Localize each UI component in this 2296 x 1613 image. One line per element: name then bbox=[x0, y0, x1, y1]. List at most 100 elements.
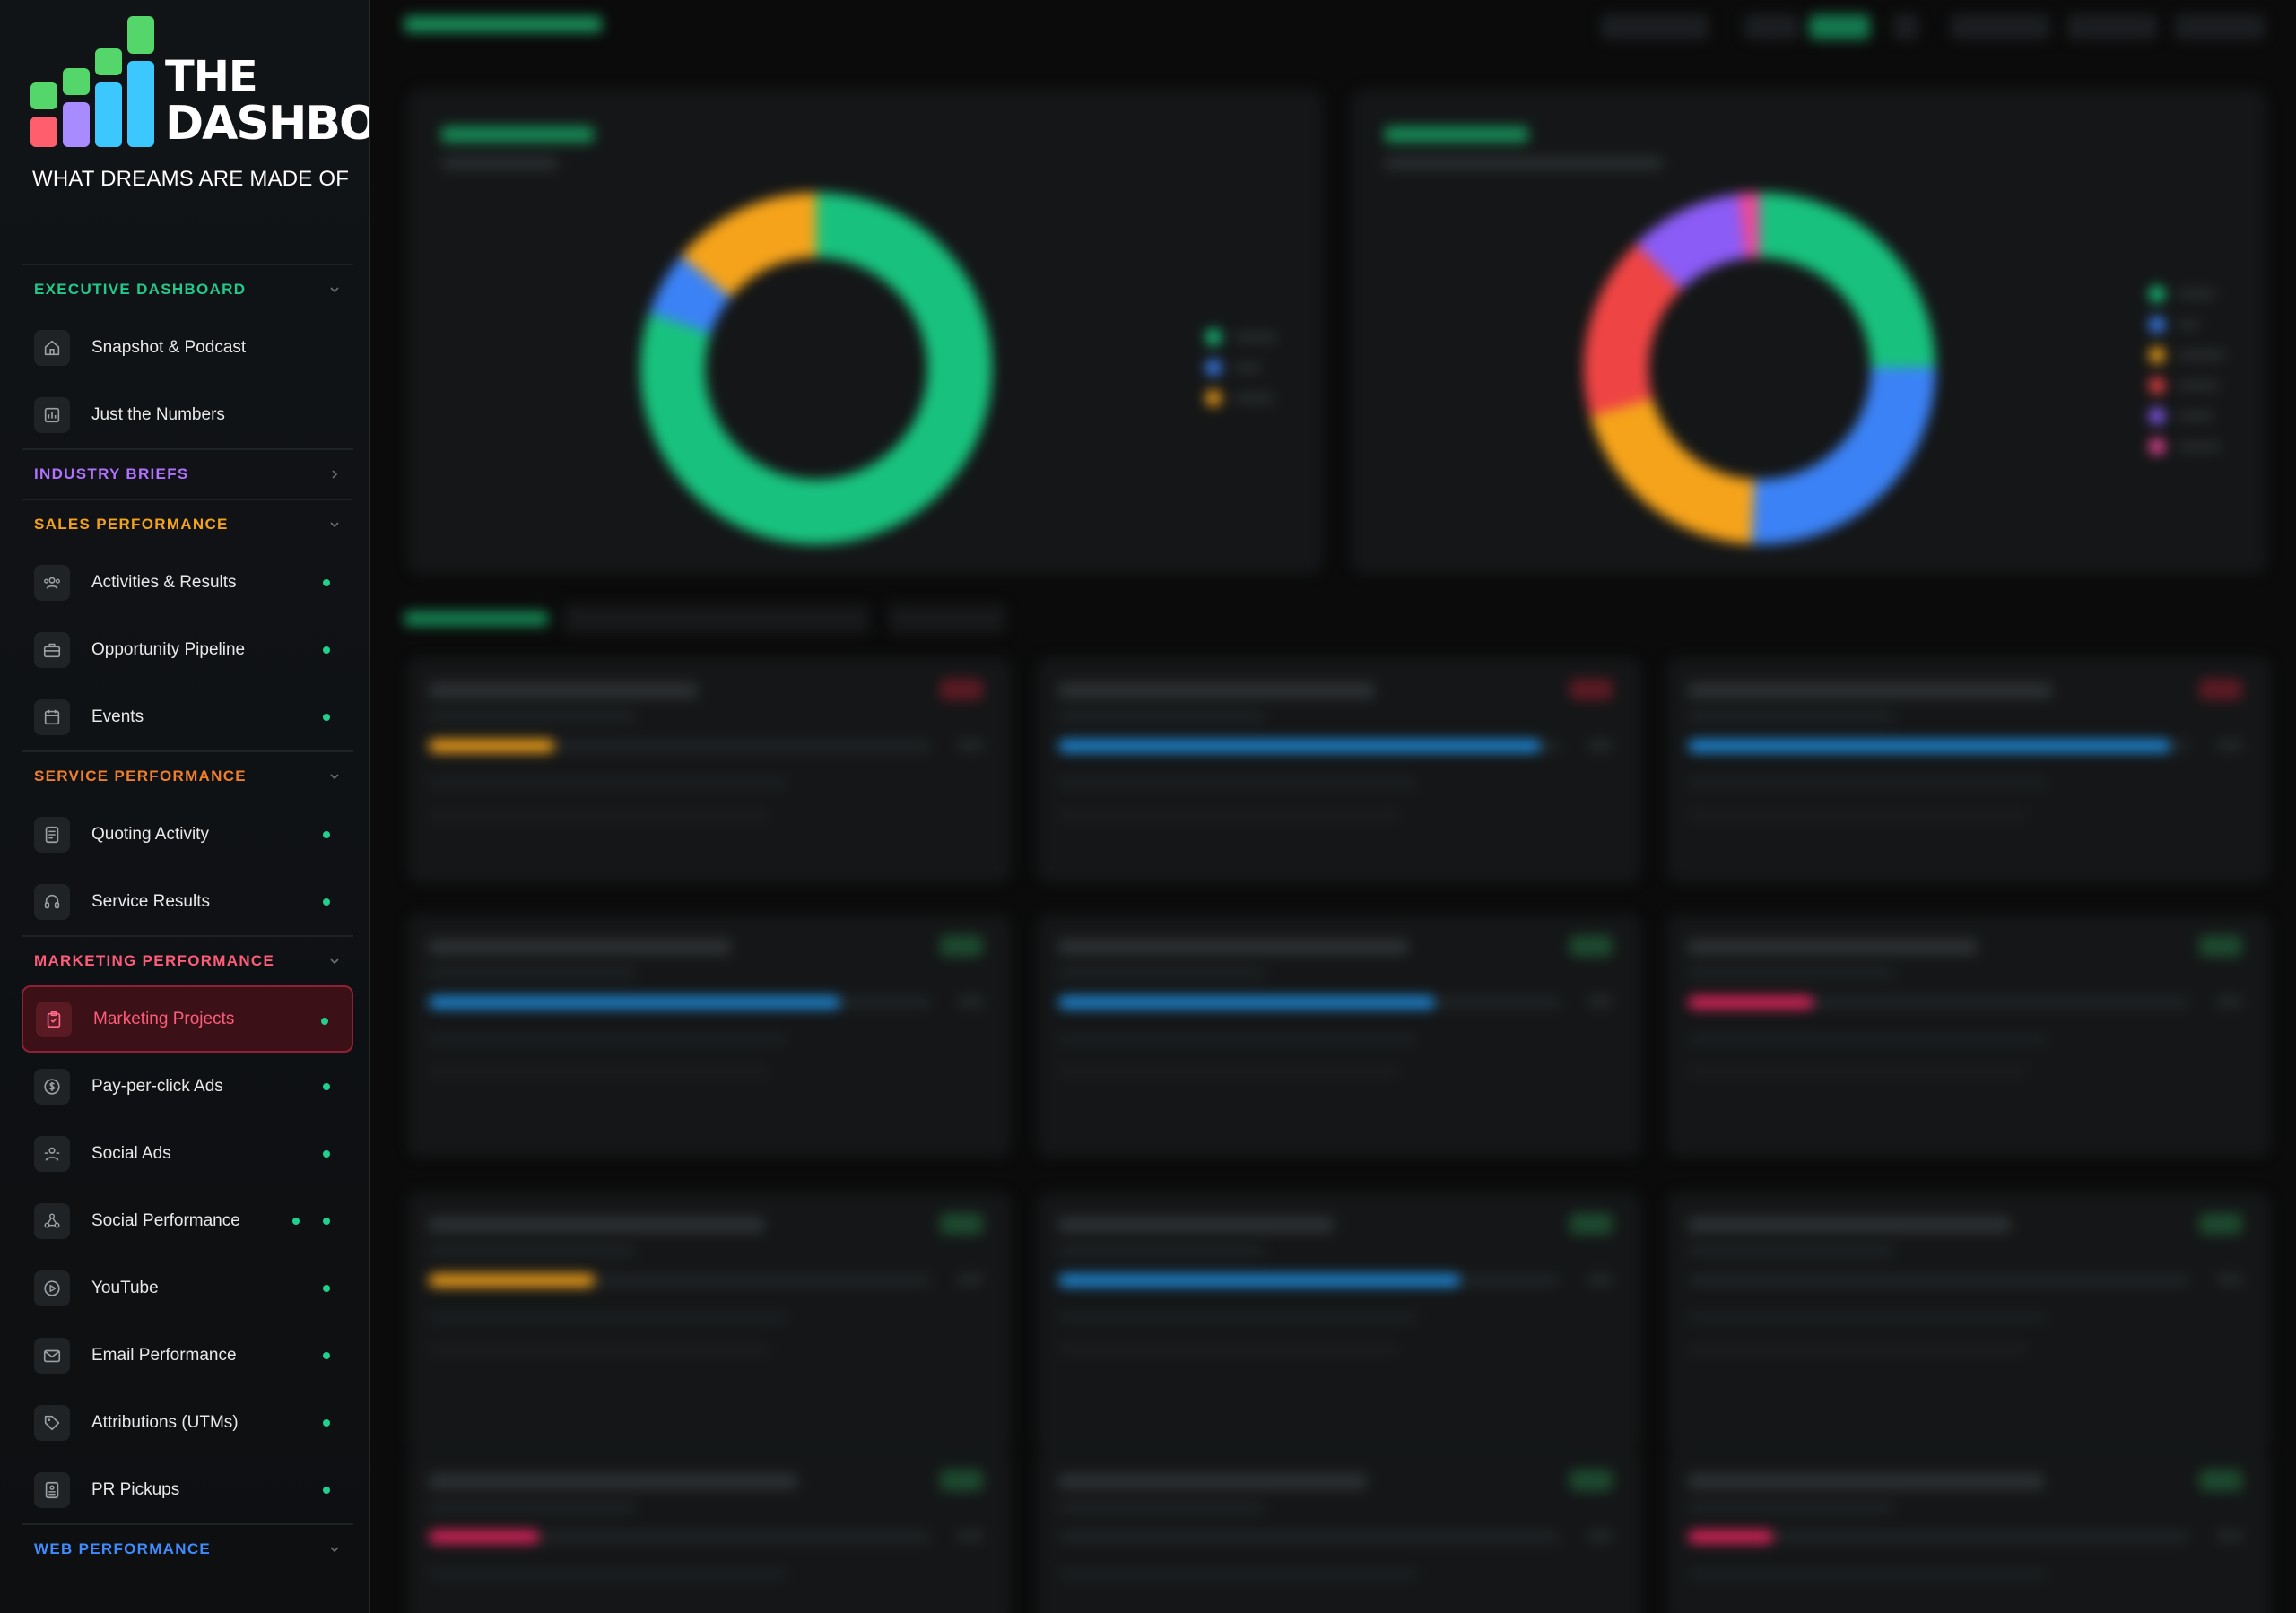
brand-title-line2: DASHBOARD bbox=[165, 97, 370, 151]
status-dot bbox=[321, 1018, 328, 1025]
logo-bars-icon bbox=[30, 16, 154, 147]
sidebar-item[interactable]: Pay-per-click Ads bbox=[22, 1053, 353, 1120]
top-control bbox=[2067, 14, 2157, 39]
sidebar-item-label: Just the Numbers bbox=[91, 404, 225, 424]
filters-row bbox=[404, 601, 2279, 637]
chevron-right-icon[interactable] bbox=[328, 468, 341, 481]
panel-sub-blurred bbox=[1385, 157, 1663, 169]
status-dot bbox=[323, 646, 330, 654]
sidebar-item[interactable]: Opportunity Pipeline bbox=[22, 616, 353, 683]
bar-chart-icon bbox=[34, 396, 70, 433]
sidebar-item-label: Service Results bbox=[91, 891, 210, 911]
clipboard-check-icon bbox=[36, 1001, 72, 1037]
project-card bbox=[408, 658, 1011, 882]
sidebar-item-label: PR Pickups bbox=[91, 1479, 180, 1499]
page-title-blurred bbox=[404, 16, 602, 32]
status-dot bbox=[323, 1352, 330, 1359]
chevron-down-icon[interactable] bbox=[328, 955, 341, 967]
sidebar-item-label: Pay-per-click Ads bbox=[91, 1076, 223, 1096]
brand-tagline: WHAT DREAMS ARE MADE OF bbox=[32, 167, 350, 191]
section-title: SALES PERFORMANCE bbox=[34, 516, 229, 533]
project-card bbox=[1667, 658, 2270, 882]
section-header[interactable]: SERVICE PERFORMANCE bbox=[22, 750, 353, 801]
sidebar-nav: EXECUTIVE DASHBOARD Snapshot & Podcast Jus… bbox=[22, 264, 353, 1574]
sidebar-item[interactable]: PR Pickups bbox=[22, 1456, 353, 1523]
status-dot bbox=[292, 1218, 300, 1225]
status-dot bbox=[323, 1285, 330, 1292]
sidebar-item[interactable]: Quoting Activity bbox=[22, 801, 353, 868]
chevron-down-icon[interactable] bbox=[328, 770, 341, 783]
megaphone-icon bbox=[34, 1135, 70, 1172]
sidebar: THE DASHBOARD WHAT DREAMS ARE MADE OF EX… bbox=[0, 0, 370, 1613]
sidebar-item-label: YouTube bbox=[91, 1278, 159, 1297]
sidebar-item-label: Activities & Results bbox=[91, 572, 237, 592]
document-icon bbox=[34, 816, 70, 853]
sidebar-item[interactable]: Attributions (UTMs) bbox=[22, 1389, 353, 1456]
blurred-overlay bbox=[372, 0, 2296, 1613]
project-card bbox=[1667, 915, 2270, 1157]
chevron-down-icon[interactable] bbox=[328, 283, 341, 296]
status-dot bbox=[323, 1218, 330, 1225]
top-bar bbox=[372, 0, 2296, 54]
panel-sub-blurred bbox=[441, 157, 558, 169]
section-title: INDUSTRY BRIEFS bbox=[34, 465, 189, 482]
sidebar-item[interactable]: Social Ads bbox=[22, 1120, 353, 1187]
sidebar-item-label: Opportunity Pipeline bbox=[91, 639, 246, 659]
network-icon bbox=[34, 1202, 70, 1239]
status-dot bbox=[323, 579, 330, 586]
tag-icon bbox=[34, 1404, 70, 1441]
chevron-down-icon[interactable] bbox=[328, 518, 341, 531]
status-dot bbox=[323, 831, 330, 838]
sidebar-item[interactable]: Activities & Results bbox=[22, 549, 353, 616]
briefcase-icon bbox=[34, 631, 70, 668]
section-header[interactable]: EXECUTIVE DASHBOARD bbox=[22, 264, 353, 314]
section-title: WEB PERFORMANCE bbox=[34, 1540, 212, 1557]
newspaper-icon bbox=[34, 1471, 70, 1508]
top-control bbox=[1601, 14, 1709, 39]
section-header[interactable]: MARKETING PERFORMANCE bbox=[22, 935, 353, 985]
sidebar-item-label: Quoting Activity bbox=[91, 824, 209, 844]
status-dot bbox=[323, 1150, 330, 1158]
section-title: MARKETING PERFORMANCE bbox=[34, 952, 275, 969]
sidebar-item-label: Social Performance bbox=[91, 1210, 240, 1230]
project-card bbox=[1667, 1192, 2270, 1453]
sidebar-item[interactable]: Email Performance bbox=[22, 1322, 353, 1389]
section-header[interactable]: INDUSTRY BRIEFS bbox=[22, 448, 353, 499]
top-control bbox=[1809, 14, 1870, 39]
status-dot bbox=[323, 898, 330, 906]
panel-title-blurred bbox=[1385, 126, 1528, 143]
sidebar-item[interactable]: Social Performance bbox=[22, 1187, 353, 1254]
top-control bbox=[2175, 14, 2265, 39]
dollar-icon bbox=[34, 1068, 70, 1105]
project-card bbox=[408, 1192, 1011, 1453]
sidebar-item[interactable]: Events bbox=[22, 683, 353, 750]
sidebar-item-label: Snapshot & Podcast bbox=[91, 337, 247, 357]
sidebar-item[interactable]: Just the Numbers bbox=[22, 381, 353, 448]
chevron-down-icon[interactable] bbox=[328, 1543, 341, 1556]
top-control bbox=[1744, 14, 1798, 39]
donut-chart bbox=[1584, 193, 1935, 544]
section-header[interactable]: WEB PERFORMANCE bbox=[22, 1523, 353, 1574]
sidebar-item[interactable]: Service Results bbox=[22, 868, 353, 935]
top-control bbox=[1951, 14, 2049, 39]
status-dot bbox=[323, 1419, 330, 1427]
project-card bbox=[1038, 915, 1640, 1157]
brand-title-line1: THE bbox=[165, 52, 258, 102]
section-title: SERVICE PERFORMANCE bbox=[34, 767, 247, 785]
users-icon bbox=[34, 564, 70, 601]
project-card bbox=[1038, 1192, 1640, 1453]
headset-icon bbox=[34, 883, 70, 920]
chart-panel bbox=[1352, 90, 2266, 574]
project-card bbox=[1038, 658, 1640, 882]
section-header[interactable]: SALES PERFORMANCE bbox=[22, 499, 353, 549]
project-card bbox=[408, 915, 1011, 1157]
home-icon bbox=[34, 329, 70, 366]
sidebar-item-label: Social Ads bbox=[91, 1143, 171, 1163]
project-card bbox=[1038, 1449, 1640, 1613]
chart-panel bbox=[408, 90, 1323, 574]
sidebar-item[interactable]: YouTube bbox=[22, 1254, 353, 1322]
top-control bbox=[1893, 14, 1918, 39]
play-icon bbox=[34, 1270, 70, 1306]
sidebar-item[interactable]: Marketing Projects bbox=[22, 985, 353, 1053]
sidebar-item[interactable]: Snapshot & Podcast bbox=[22, 314, 353, 381]
